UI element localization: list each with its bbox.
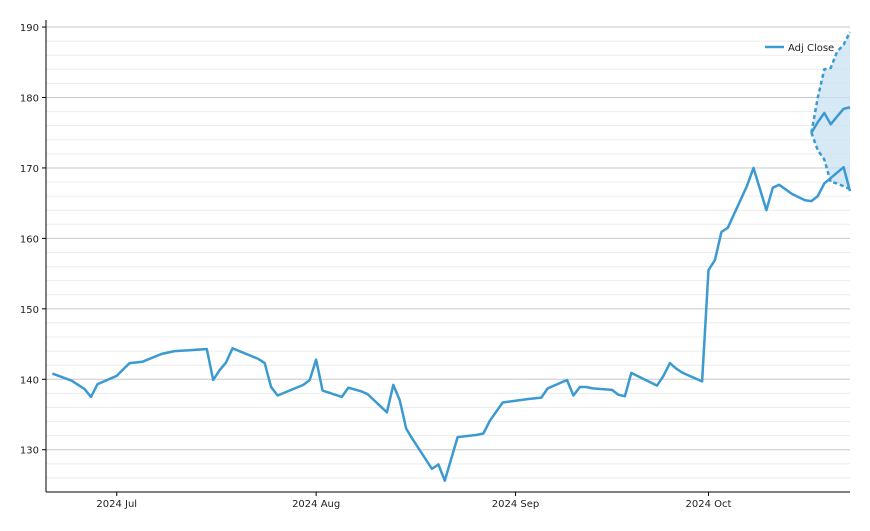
y-tick-label: 190	[20, 23, 39, 34]
x-tick-label: 2024 Jul	[96, 499, 137, 510]
series-layer	[51, 106, 852, 482]
legend: Adj Close	[765, 43, 834, 54]
legend-label-adj-close: Adj Close	[788, 43, 834, 54]
x-tick-label: 2024 Oct	[686, 499, 732, 510]
series-line-adj-close	[51, 165, 852, 482]
y-tick-label: 130	[20, 446, 39, 457]
y-tick-label: 170	[20, 164, 39, 175]
axis-layer: 130 140 150 160 170 180 190 2024 Jul 2024 Aug 202…	[20, 20, 850, 510]
x-tick-label: 2024 Sep	[492, 499, 539, 510]
y-tick-label: 180	[20, 93, 39, 104]
chart: 130 140 150 160 170 180 190 2024 Jul 2024 Aug 202…	[0, 0, 870, 531]
y-tick-label: 160	[20, 234, 39, 245]
y-tick-label: 140	[20, 375, 39, 386]
x-tick-label: 2024 Aug	[292, 499, 340, 510]
y-tick-label: 150	[20, 305, 39, 316]
chart-svg: 130 140 150 160 170 180 190 2024 Jul 2024 Aug 202…	[20, 20, 852, 510]
grid-layer	[46, 26, 850, 493]
